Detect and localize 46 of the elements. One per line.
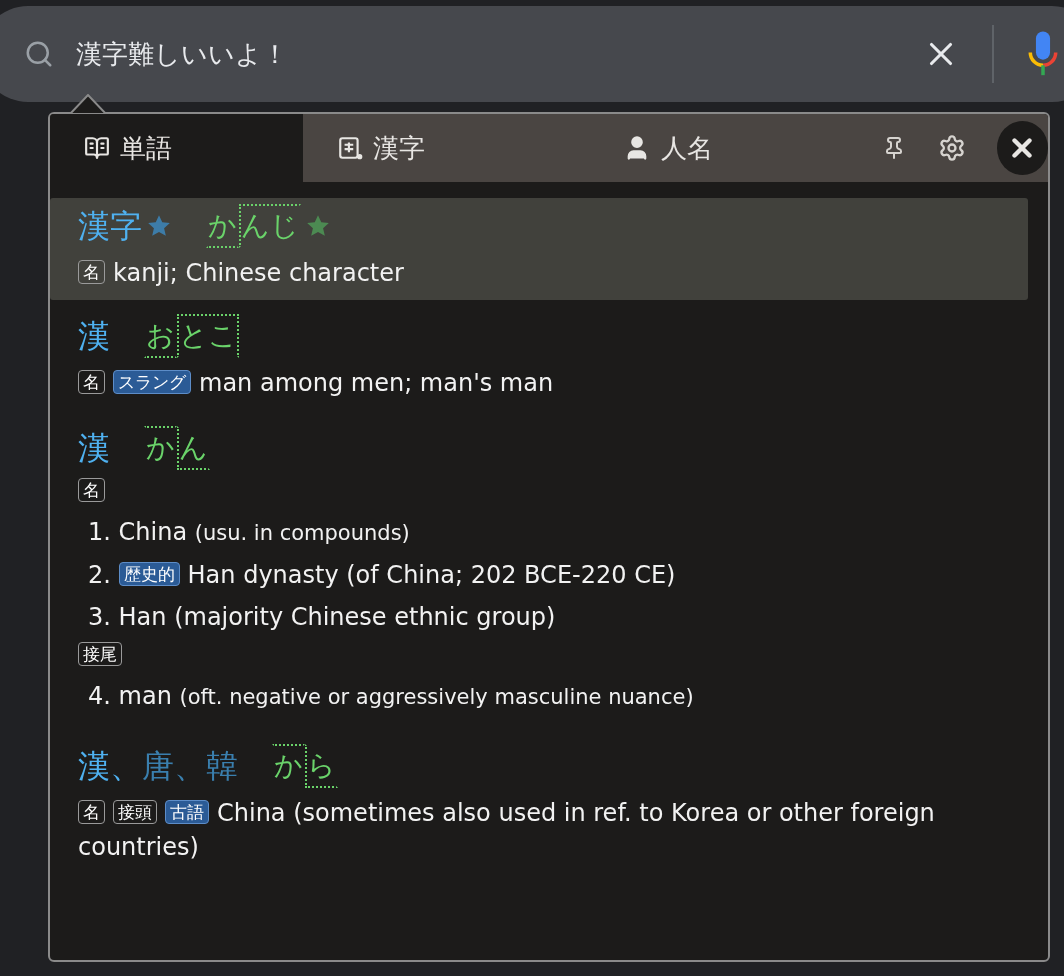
dictionary-entry[interactable]: 漢 お とこ 名 スラング man among men; man's man: [50, 308, 1028, 410]
tag: 接尾: [78, 642, 122, 666]
definition: 名 スラング man among men; man's man: [78, 366, 1000, 400]
tag: 名: [78, 370, 105, 394]
tab-label: 単語: [120, 131, 172, 165]
reading-kana: んじ: [239, 204, 301, 248]
tab-label: 漢字: [372, 131, 425, 165]
reading-kana: か: [144, 426, 177, 470]
definition: 名 kanji; Chinese character: [78, 256, 1000, 290]
tag: 歴史的: [118, 562, 180, 586]
definition: 3. Han (majority Chinese ethnic group): [87, 602, 557, 633]
tab[interactable]: 人名: [589, 114, 858, 182]
headword: 漢字: [78, 206, 142, 247]
definition: 4. man (oft. negative or aggressively masculine nuance): [87, 681, 695, 712]
headword: 漢: [78, 428, 110, 469]
reading-kana: ら: [305, 744, 338, 788]
definition: 1. China (usu. in compounds): [87, 517, 411, 548]
character-card-icon: [336, 135, 363, 161]
search-icon: [24, 39, 54, 69]
tag: 名: [78, 478, 105, 502]
definition: 名 接頭 古語 China (sometimes also used in ref. to Korea or other foreign countries): [78, 798, 936, 863]
dictionary-entry[interactable]: 漢字 か んじ 名 kanji; Chinese character: [50, 198, 1028, 300]
headword: 漢、: [78, 746, 142, 787]
tab-label: 人名: [661, 131, 714, 165]
tag: スラング: [113, 370, 191, 394]
headword: 唐、: [142, 746, 206, 787]
settings-icon: [937, 134, 966, 162]
reading-kana: か: [272, 744, 305, 788]
reading-kana: ん: [177, 426, 210, 470]
headword: 韓: [206, 746, 238, 787]
close-button[interactable]: [996, 121, 1048, 175]
headword: 漢: [78, 316, 110, 357]
book-icon: [84, 135, 110, 161]
dictionary-entry[interactable]: 漢、唐、韓 か ら 名 接頭 古語 China (sometimes also used in ref. to Korea or other foreign countries): [50, 738, 1028, 874]
tag: 名: [78, 260, 105, 284]
definition: 2. 歴史的 Han dynasty (of China; 202 BCE-220 CE): [87, 560, 677, 591]
tag: 名: [78, 800, 105, 824]
reading-kana: お: [144, 314, 177, 358]
reading-kana: とこ: [177, 314, 239, 358]
tab[interactable]: 漢字: [302, 114, 590, 182]
tag: 接頭: [113, 800, 157, 824]
reading-kana: か: [206, 204, 239, 248]
microphone-icon[interactable]: [1026, 30, 1060, 78]
tag: 古語: [165, 800, 209, 824]
search-field[interactable]: 漢字難しいいよ！: [76, 39, 900, 69]
dictionary-entry[interactable]: 漢 か ん 名 1. China (usu. in compounds) 2. 歴史的 Han dynasty (of China; 202 BCE-220 CE) 3. Han (majority Chinese ethnic group) 接尾 4. man (oft. negative or aggressively masculine nuance): [50, 420, 1028, 728]
